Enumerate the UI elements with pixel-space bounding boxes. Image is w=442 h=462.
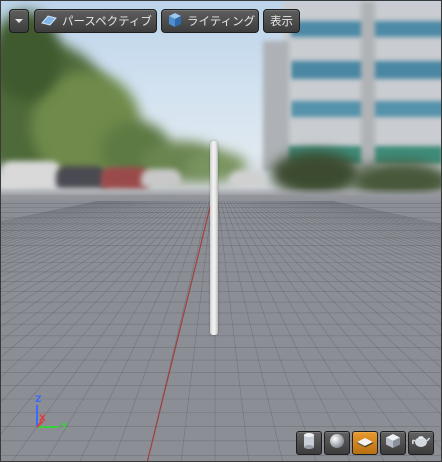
preview-sphere-button[interactable] <box>324 431 350 455</box>
perspective-icon <box>40 13 58 30</box>
cube-icon <box>385 433 401 453</box>
chevron-down-icon <box>14 14 24 28</box>
axis-x-label: X <box>39 414 46 424</box>
material-preview-viewport[interactable]: パースペクティブ ライティング 表示 Z X Y <box>0 0 442 462</box>
lighting-button[interactable]: ライティング <box>161 9 259 33</box>
sphere-icon <box>329 433 345 453</box>
lighting-label: ライティング <box>187 14 256 28</box>
axis-y-label: Y <box>61 422 68 432</box>
axis-gizmo: Z X Y <box>23 393 73 437</box>
viewport-options-button[interactable] <box>9 9 29 33</box>
show-label: 表示 <box>270 14 293 28</box>
teapot-icon <box>411 433 431 453</box>
plane-icon <box>356 434 374 453</box>
cylinder-icon <box>301 432 317 454</box>
lighting-cube-icon <box>167 12 183 31</box>
preview-cylinder-button[interactable] <box>296 431 322 455</box>
show-button[interactable]: 表示 <box>263 9 300 33</box>
axis-z-label: Z <box>35 395 42 405</box>
preview-custom-mesh-button[interactable] <box>408 431 434 455</box>
preview-mesh[interactable] <box>210 141 218 335</box>
view-mode-label: パースペクティブ <box>62 14 152 28</box>
view-mode-button[interactable]: パースペクティブ <box>34 9 157 33</box>
preview-cube-button[interactable] <box>380 431 406 455</box>
preview-plane-button[interactable] <box>352 431 378 455</box>
